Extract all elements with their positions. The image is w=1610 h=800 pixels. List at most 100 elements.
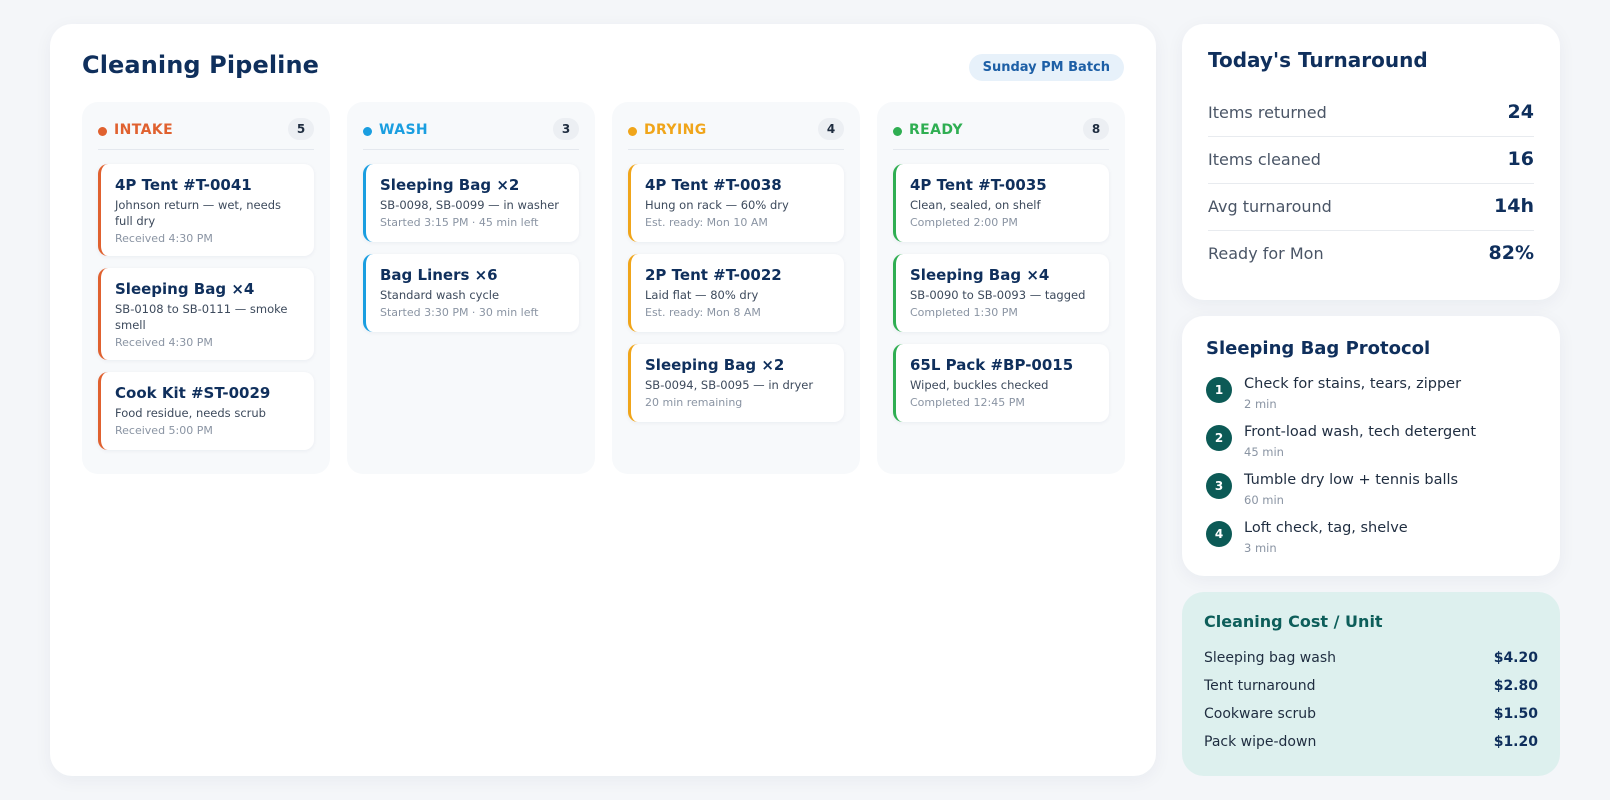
card-title: Cook Kit #ST-0029 <box>115 384 271 402</box>
pipeline-card[interactable]: Sleeping Bag ×4 SB-0108 to SB-0111 — smo… <box>98 268 314 360</box>
card-description: Standard wash cycle <box>380 288 500 302</box>
card-description: Clean, sealed, on shelf <box>910 198 1041 212</box>
card-description: SB-0090 to SB-0093 — tagged <box>910 288 1086 302</box>
status-dot-icon <box>363 127 372 136</box>
turnaround-title: Today's Turnaround <box>1208 48 1428 72</box>
status-dot-icon <box>893 127 902 136</box>
column-header: DRYING 4 <box>628 118 844 150</box>
pipeline-card[interactable]: 65L Pack #BP-0015 Wiped, buckles checked… <box>893 344 1109 422</box>
step-text: Loft check, tag, shelve <box>1244 520 1408 536</box>
column-drying: DRYING 4 4P Tent #T-0038 Hung on rack — … <box>612 102 860 474</box>
protocol-title: Sleeping Bag Protocol <box>1206 338 1431 359</box>
card-timestamp: Started 3:30 PM · 30 min left <box>380 306 539 319</box>
column-name: INTAKE <box>114 122 174 138</box>
card-timestamp: Completed 12:45 PM <box>910 396 1025 409</box>
cost-panel: Cleaning Cost / Unit Sleeping bag wash $… <box>1182 592 1560 776</box>
protocol-panel: Sleeping Bag Protocol 1 Check for stains… <box>1182 316 1560 576</box>
card-title: Bag Liners ×6 <box>380 266 498 284</box>
card-title: Sleeping Bag ×4 <box>910 266 1050 284</box>
status-dot-icon <box>98 127 107 136</box>
stat-label: Items cleaned <box>1208 150 1321 169</box>
card-timestamp: Est. ready: Mon 10 AM <box>645 216 768 229</box>
stat-value: 82% <box>1488 242 1534 264</box>
step-text: Check for stains, tears, zipper <box>1244 376 1462 392</box>
stat-value: 24 <box>1507 101 1534 123</box>
stat-value: 14h <box>1494 195 1534 217</box>
step-duration: 2 min <box>1244 397 1277 411</box>
card-description: Wiped, buckles checked <box>910 378 1049 392</box>
pipeline-card[interactable]: Sleeping Bag ×4 SB-0090 to SB-0093 — tag… <box>893 254 1109 332</box>
card-timestamp: Received 5:00 PM <box>115 424 213 437</box>
cost-row: Cookware scrub $1.50 <box>1204 706 1538 730</box>
card-description: Hung on rack — 60% dry <box>645 198 789 212</box>
column-name: DRYING <box>644 122 707 138</box>
card-timestamp: Completed 2:00 PM <box>910 216 1018 229</box>
pipeline-card[interactable]: Bag Liners ×6 Standard wash cycle Starte… <box>363 254 579 332</box>
card-timestamp: Started 3:15 PM · 45 min left <box>380 216 539 229</box>
column-intake: INTAKE 5 4P Tent #T-0041 Johnson return … <box>82 102 330 474</box>
card-timestamp: Completed 1:30 PM <box>910 306 1018 319</box>
card-title: 4P Tent #T-0035 <box>910 176 1047 194</box>
card-description: SB-0094, SB-0095 — in dryer <box>645 378 814 392</box>
pipeline-card[interactable]: 4P Tent #T-0035 Clean, sealed, on shelf … <box>893 164 1109 242</box>
card-timestamp: Est. ready: Mon 8 AM <box>645 306 761 319</box>
column-count-badge: 4 <box>818 118 844 140</box>
step-text: Front-load wash, tech detergent <box>1244 424 1477 440</box>
cost-value: $2.80 <box>1493 678 1538 694</box>
card-description: Food residue, needs scrub <box>115 406 266 420</box>
column-header: WASH 3 <box>363 118 579 150</box>
card-title: 4P Tent #T-0041 <box>115 176 252 194</box>
status-dot-icon <box>628 127 637 136</box>
pipeline-card[interactable]: Sleeping Bag ×2 SB-0098, SB-0099 — in wa… <box>363 164 579 242</box>
column-count-badge: 3 <box>553 118 579 140</box>
column-count-badge: 5 <box>288 118 314 140</box>
cost-value: $4.20 <box>1493 650 1538 666</box>
stat-row: Items returned 24 <box>1208 90 1534 137</box>
step-duration: 60 min <box>1244 493 1284 507</box>
stat-value: 16 <box>1507 148 1534 170</box>
card-title: Sleeping Bag ×4 <box>115 280 255 298</box>
column-header: INTAKE 5 <box>98 118 314 150</box>
card-title: Sleeping Bag ×2 <box>645 356 785 374</box>
cost-title: Cleaning Cost / Unit <box>1204 612 1383 631</box>
cost-label: Cookware scrub <box>1204 706 1317 722</box>
stat-row: Ready for Mon 82% <box>1208 231 1534 278</box>
pipeline-card[interactable]: Cook Kit #ST-0029 Food residue, needs sc… <box>98 372 314 450</box>
pipeline-card[interactable]: Sleeping Bag ×2 SB-0094, SB-0095 — in dr… <box>628 344 844 422</box>
page-title: Cleaning Pipeline <box>82 51 320 79</box>
stat-label: Ready for Mon <box>1208 244 1324 263</box>
column-name: READY <box>909 122 963 138</box>
card-title: 65L Pack #BP-0015 <box>910 356 1074 374</box>
cost-label: Pack wipe-down <box>1204 734 1317 750</box>
step-number-badge: 3 <box>1206 473 1232 499</box>
stat-label: Items returned <box>1208 103 1327 122</box>
card-description: Johnson return — wet, needs full dry <box>115 198 281 228</box>
batch-badge[interactable]: Sunday PM Batch <box>968 54 1124 81</box>
pipeline-card[interactable]: 4P Tent #T-0041 Johnson return — wet, ne… <box>98 164 314 256</box>
stat-row: Items cleaned 16 <box>1208 137 1534 184</box>
protocol-step: 4 Loft check, tag, shelve 3 min <box>1206 520 1540 564</box>
pipeline-card[interactable]: 4P Tent #T-0038 Hung on rack — 60% dry E… <box>628 164 844 242</box>
column-count-badge: 8 <box>1083 118 1109 140</box>
step-number-badge: 1 <box>1206 377 1232 403</box>
step-duration: 3 min <box>1244 541 1277 555</box>
protocol-step: 3 Tumble dry low + tennis balls 60 min <box>1206 472 1540 516</box>
stat-row: Avg turnaround 14h <box>1208 184 1534 231</box>
step-duration: 45 min <box>1244 445 1284 459</box>
card-title: Sleeping Bag ×2 <box>380 176 520 194</box>
card-description: SB-0098, SB-0099 — in washer <box>380 198 560 212</box>
stat-label: Avg turnaround <box>1208 197 1332 216</box>
column-header: READY 8 <box>893 118 1109 150</box>
cost-value: $1.50 <box>1493 706 1538 722</box>
column-ready: READY 8 4P Tent #T-0035 Clean, sealed, o… <box>877 102 1125 474</box>
cost-label: Sleeping bag wash <box>1204 650 1336 666</box>
protocol-step: 1 Check for stains, tears, zipper 2 min <box>1206 376 1540 420</box>
cost-row: Sleeping bag wash $4.20 <box>1204 650 1538 674</box>
card-timestamp: Received 4:30 PM <box>115 232 213 245</box>
pipeline-card[interactable]: 2P Tent #T-0022 Laid flat — 80% dry Est.… <box>628 254 844 332</box>
column-wash: WASH 3 Sleeping Bag ×2 SB-0098, SB-0099 … <box>347 102 595 474</box>
turnaround-panel: Today's Turnaround Items returned 24 Ite… <box>1182 24 1560 300</box>
step-number-badge: 4 <box>1206 521 1232 547</box>
cost-label: Tent turnaround <box>1204 678 1316 694</box>
cleaning-pipeline-panel: Cleaning Pipeline Sunday PM Batch INTAKE… <box>50 24 1156 776</box>
